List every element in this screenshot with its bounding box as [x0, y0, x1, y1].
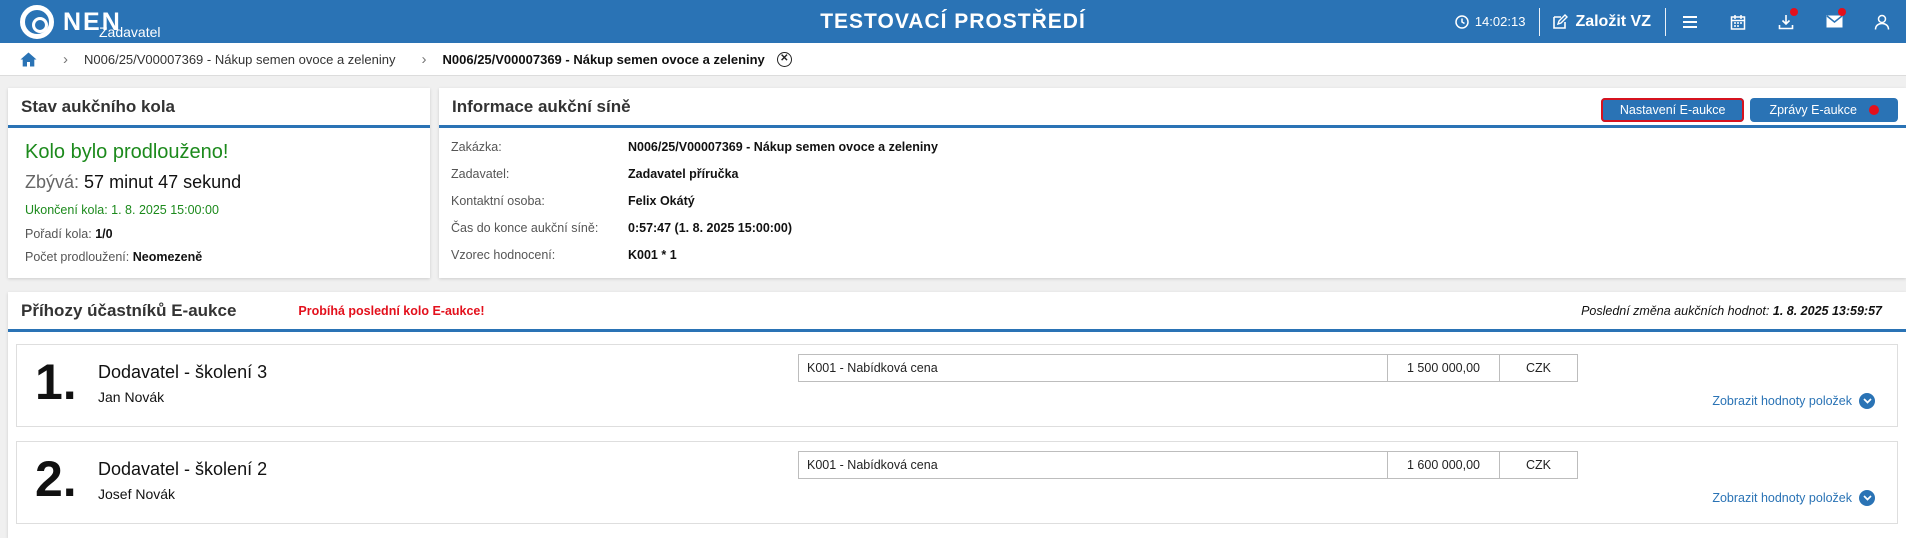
clock-icon	[1455, 14, 1469, 29]
info-value: N006/25/V00007369 - Nákup semen ovoce a …	[628, 140, 938, 154]
currency-cell: CZK	[1526, 361, 1551, 375]
bid-row: 1. Dodavatel - školení 3 Jan Novák K001 …	[16, 344, 1898, 427]
contact-person: Josef Novák	[98, 486, 176, 502]
home-link[interactable]	[20, 52, 37, 67]
last-change-label: Poslední změna aukčních hodnot:	[1581, 303, 1770, 318]
auction-messages-label: Zprávy E-aukce	[1769, 103, 1857, 117]
session-clock: 14:02:13	[1455, 14, 1526, 29]
bid-rank: 2.	[35, 451, 77, 507]
last-change: Poslední změna aukčních hodnot: 1. 8. 20…	[1581, 304, 1882, 318]
auction-settings-button[interactable]: Nastavení E-aukce	[1600, 98, 1745, 122]
value-cell: 1 600 000,00	[1388, 452, 1500, 478]
calendar-icon	[1730, 14, 1746, 30]
bids-panel: Příhozy účastníků E-aukce Probíhá posled…	[8, 292, 1906, 538]
time-remaining-value: 57 minut 47 sekund	[84, 172, 242, 192]
criterion-cell: K001 - Nabídková cena	[799, 355, 1388, 381]
notification-dot	[1869, 105, 1879, 115]
menu-icon	[1683, 15, 1697, 28]
divider	[1539, 7, 1541, 36]
time-remaining: Zbývá: 57 minut 47 sekund	[25, 172, 430, 193]
chevron-down-icon	[1859, 490, 1875, 506]
info-label: Kontaktní osoba:	[451, 194, 545, 208]
supplier-name: Dodavatel - školení 2	[98, 459, 268, 479]
chevron-right-icon: ›	[421, 50, 427, 68]
round-order-label: Pořadí kola:	[25, 227, 92, 241]
round-status-text: Kolo bylo prodlouženo!	[25, 141, 229, 163]
round-order: Pořadí kola: 1/0	[25, 227, 430, 241]
info-label: Zadavatel:	[451, 167, 510, 181]
show-item-values-link[interactable]: Zobrazit hodnoty položek	[1712, 393, 1875, 409]
zalozit-vz-label: Založit VZ	[1575, 12, 1651, 30]
breadcrumb: › N006/25/V00007369 - Nákup semen ovoce …	[0, 43, 1906, 76]
info-row: Zadavatel: Zadavatel příručka	[451, 167, 1906, 181]
breadcrumb-current: N006/25/V00007369 - Nákup semen ovoce a …	[442, 51, 765, 67]
chevron-right-icon: ›	[63, 50, 68, 68]
bid-values-table: K001 - Nabídková cena 1 500 000,00 CZK	[798, 354, 1578, 382]
info-label: Zakázka:	[451, 140, 502, 154]
notification-dot	[1838, 8, 1846, 16]
panel-title: Stav aukčního kola	[8, 88, 430, 128]
messages-button[interactable]	[1810, 0, 1858, 43]
bid-values-table: K001 - Nabídková cena 1 600 000,00 CZK	[798, 451, 1578, 479]
info-row: Kontaktní osoba: Felix Okátý	[451, 194, 1906, 208]
calendar-button[interactable]	[1714, 0, 1762, 43]
last-change-value: 1. 8. 2025 13:59:57	[1772, 303, 1882, 318]
criterion-cell: K001 - Nabídková cena	[799, 452, 1388, 478]
user-button[interactable]	[1858, 0, 1906, 43]
extension-count-value: Neomezeně	[132, 250, 203, 264]
downloads-button[interactable]	[1762, 0, 1810, 43]
breadcrumb-item[interactable]: N006/25/V00007369 - Nákup semen ovoce a …	[84, 52, 396, 67]
clock-value: 14:02:13	[1474, 14, 1526, 29]
top-right-toolbar: 14:02:13 Založit VZ	[1455, 0, 1906, 43]
info-row: Čas do konce aukční síně: 0:57:47 (1. 8. …	[451, 221, 1906, 235]
auction-settings-label: Nastavení E-aukce	[1619, 103, 1726, 117]
bid-rank: 1.	[35, 354, 77, 410]
currency-cell: CZK	[1526, 458, 1551, 472]
info-value: Felix Okátý	[628, 194, 695, 208]
info-value: 0:57:47 (1. 8. 2025 15:00:00)	[628, 221, 792, 235]
auction-hall-info-panel: Informace aukční síně Nastavení E-aukce …	[439, 88, 1906, 278]
menu-button[interactable]	[1666, 0, 1714, 43]
download-icon	[1778, 14, 1794, 29]
round-status-panel: Stav aukčního kola Kolo bylo prodlouženo…	[8, 88, 430, 278]
top-bar: NEN Zadavatel TESTOVACÍ PROSTŘEDÍ 14:02:…	[0, 0, 1906, 43]
show-item-values-link[interactable]: Zobrazit hodnoty položek	[1712, 490, 1875, 506]
info-label: Vzorec hodnocení:	[451, 248, 556, 262]
last-round-warning: Probíhá poslední kolo E-aukce!	[298, 303, 485, 318]
close-tab-icon[interactable]: ✕	[776, 51, 792, 67]
notification-dot	[1790, 8, 1798, 16]
info-label: Čas do konce aukční síně:	[451, 221, 599, 235]
round-end-time: Ukončení kola: 1. 8. 2025 15:00:00	[25, 203, 219, 217]
nen-logo-icon	[20, 5, 54, 39]
value-cell: 1 500 000,00	[1388, 355, 1500, 381]
user-icon	[1874, 14, 1890, 30]
contact-person: Jan Novák	[98, 389, 165, 405]
mail-icon	[1826, 15, 1842, 28]
extension-count: Počet prodloužení: Neomezeně	[25, 250, 430, 264]
show-item-values-label: Zobrazit hodnoty položek	[1712, 491, 1852, 505]
extension-count-label: Počet prodloužení:	[25, 250, 130, 264]
show-item-values-label: Zobrazit hodnoty položek	[1712, 394, 1852, 408]
panel-title: Příhozy účastníků E-aukce	[21, 300, 237, 320]
bid-row: 2. Dodavatel - školení 2 Josef Novák K00…	[16, 441, 1898, 524]
time-remaining-label: Zbývá:	[25, 172, 80, 192]
round-order-value: 1/0	[95, 227, 113, 241]
chevron-down-icon	[1859, 393, 1875, 409]
home-icon	[20, 52, 37, 66]
auction-messages-button[interactable]: Zprávy E-aukce	[1750, 98, 1898, 122]
info-row: Vzorec hodnocení: K001 * 1	[451, 248, 1906, 262]
supplier-name: Dodavatel - školení 3	[98, 362, 268, 382]
logo-subtitle: Zadavatel	[99, 24, 161, 40]
info-value: K001 * 1	[628, 248, 677, 262]
edit-icon	[1553, 13, 1569, 29]
info-row: Zakázka: N006/25/V00007369 - Nákup semen …	[451, 140, 1906, 154]
info-value: Zadavatel příručka	[628, 167, 739, 181]
zalozit-vz-button[interactable]: Založit VZ	[1540, 13, 1665, 31]
